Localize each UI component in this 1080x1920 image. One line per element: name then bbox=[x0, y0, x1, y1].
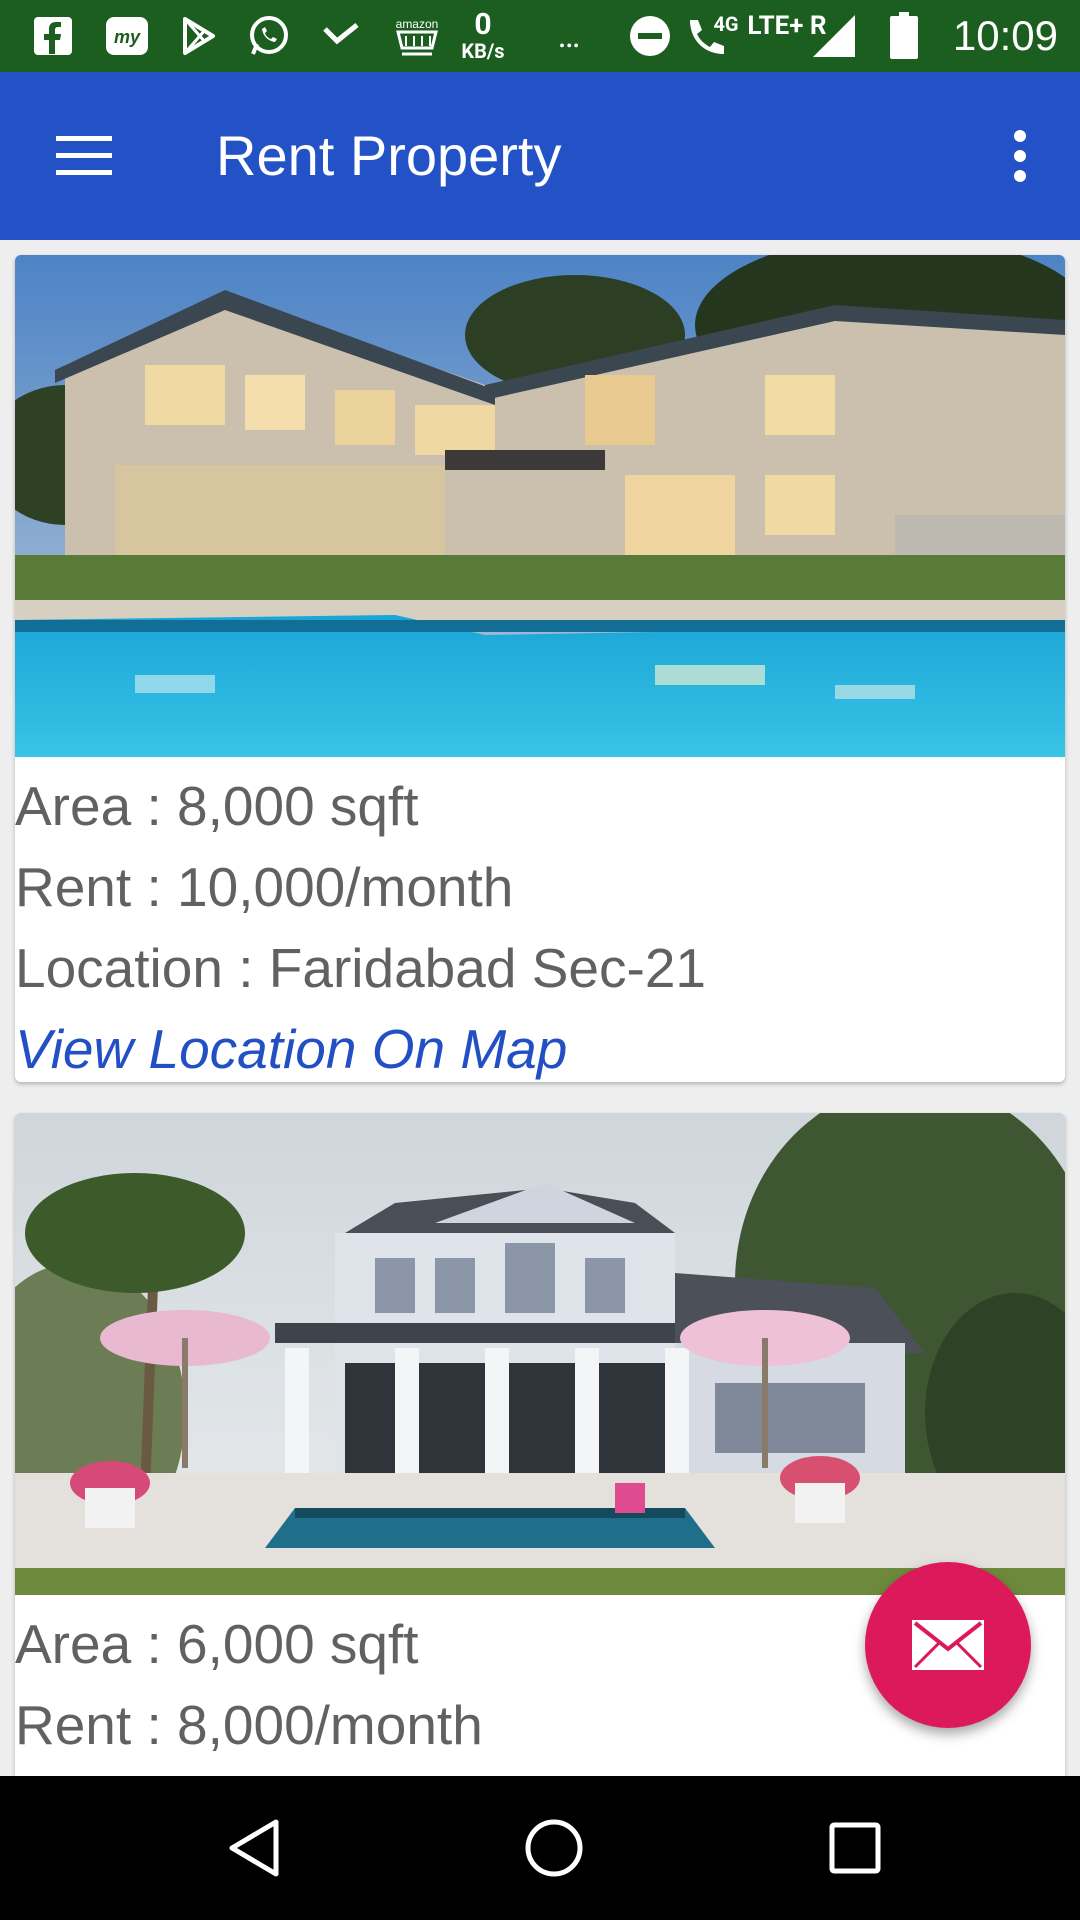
area-text: Area : 6,000 sqft bbox=[15, 1613, 419, 1675]
mytelco-app-icon: my bbox=[104, 0, 150, 72]
amazon-icon: amazon bbox=[390, 0, 444, 72]
battery-icon bbox=[884, 0, 924, 72]
property-card[interactable]: Area : 8,000 sqft Rent : 10,000/month Lo… bbox=[15, 255, 1065, 1082]
play-store-icon bbox=[176, 0, 222, 72]
svg-text:amazon: amazon bbox=[396, 17, 439, 31]
property-photo bbox=[15, 255, 1065, 757]
more-notifications-indicator: … bbox=[557, 16, 583, 56]
whatsapp-icon bbox=[244, 0, 294, 72]
rent-text: Rent : 8,000/month bbox=[15, 1694, 483, 1756]
back-icon bbox=[229, 1819, 279, 1877]
network-speed-value: 0 bbox=[474, 7, 492, 42]
property-list[interactable]: Area : 8,000 sqft Rent : 10,000/month Lo… bbox=[0, 240, 1080, 1776]
rent-text: Rent : 10,000/month bbox=[15, 856, 514, 918]
page-title: Rent Property bbox=[216, 124, 562, 187]
mail-icon bbox=[912, 1620, 984, 1670]
svg-text:my: my bbox=[114, 27, 141, 47]
location-text: Location : Faridabad Sec-21 bbox=[15, 937, 706, 999]
facebook-icon bbox=[30, 0, 76, 72]
network-speed: 0 KB/s bbox=[458, 0, 508, 72]
back-button[interactable] bbox=[194, 1798, 314, 1898]
recents-button[interactable] bbox=[795, 1798, 915, 1898]
hamburger-menu-icon bbox=[56, 136, 112, 175]
menu-button[interactable] bbox=[34, 116, 134, 196]
recents-icon bbox=[829, 1822, 881, 1874]
network-speed-unit: KB/s bbox=[461, 39, 505, 63]
home-icon bbox=[525, 1819, 583, 1877]
signal-icon bbox=[808, 0, 860, 72]
network-type: 4G bbox=[713, 12, 739, 36]
clock: 10:09 bbox=[952, 12, 1058, 59]
view-location-on-map-link[interactable]: View Location On Map bbox=[15, 1009, 567, 1082]
area-text: Area : 8,000 sqft bbox=[15, 775, 419, 837]
overflow-menu-button[interactable] bbox=[980, 116, 1060, 196]
home-button[interactable] bbox=[494, 1798, 614, 1898]
do-not-disturb-icon bbox=[627, 0, 673, 72]
navigation-bar bbox=[0, 1776, 1080, 1920]
app-bar: Rent Property bbox=[0, 72, 1080, 240]
email-fab[interactable] bbox=[865, 1562, 1031, 1728]
status-bar: my amazon 0 KB/s … 4G LTE+ R 10:09 bbox=[0, 0, 1080, 72]
missed-call-icon bbox=[318, 0, 364, 72]
property-photo bbox=[15, 1113, 1065, 1595]
more-vert-icon bbox=[1014, 130, 1026, 182]
